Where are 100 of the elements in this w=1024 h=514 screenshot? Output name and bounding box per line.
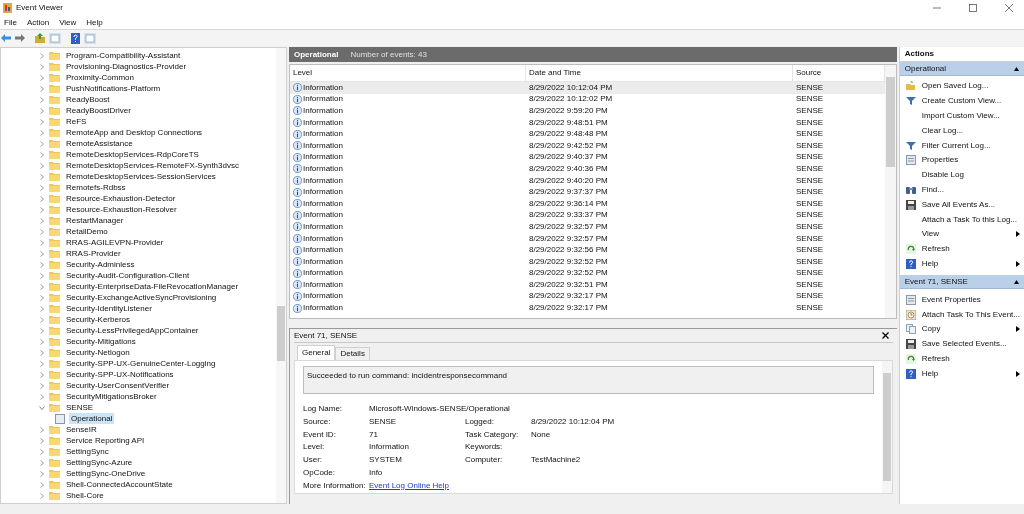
tree-item[interactable]: Shell-ConnectedAccountState [64, 479, 175, 490]
tree-item[interactable]: SecurityMitigationsBroker [64, 391, 159, 402]
pane-command[interactable]: Refresh [921, 243, 1020, 256]
pane-command[interactable]: Create Custom View... [921, 95, 1020, 108]
chevron-right-icon[interactable] [39, 294, 45, 301]
pane-command[interactable]: Help [921, 257, 1010, 270]
tree-item[interactable]: Resource-Exhaustion-Resolver [64, 204, 179, 215]
chevron-right-icon[interactable] [39, 426, 45, 433]
tree-item[interactable]: ReFS [64, 116, 89, 127]
tree-item[interactable]: RemoteDesktopServices-RemoteFX-Synth3dvsc [64, 160, 241, 171]
tree-item[interactable]: SENSE [64, 402, 96, 413]
tree-item[interactable]: Shell-Core [64, 490, 106, 501]
pane-command[interactable]: Save All Events As... [921, 198, 1020, 211]
chevron-right-icon[interactable] [39, 272, 45, 279]
pane-command[interactable]: Disable Log [921, 169, 1020, 182]
pane-command[interactable]: Find... [921, 183, 1020, 196]
table-row[interactable]: Information 8/29/2022 9:32:17 PM SENSE [289, 290, 885, 303]
minimize-icon[interactable] [933, 4, 941, 12]
chevron-right-icon[interactable] [39, 96, 45, 103]
help-link[interactable]: Event Log Online Help [368, 479, 449, 492]
chevron-right-icon[interactable] [39, 129, 45, 136]
tree-item[interactable]: ReadyBoost [64, 94, 112, 105]
pane-command[interactable]: Help [921, 367, 1010, 380]
pane-command[interactable]: Properties [921, 154, 1020, 167]
chevron-right-icon[interactable] [39, 74, 45, 81]
column-header[interactable]: Date and Time [525, 65, 793, 81]
chevron-right-icon[interactable] [39, 195, 45, 202]
pane-command[interactable]: Attach a Task To this Log... [921, 213, 1020, 226]
table-row[interactable]: Information 8/29/2022 10:12:02 PM SENSE [289, 93, 885, 106]
chevron-right-icon[interactable] [39, 228, 45, 235]
chevron-right-icon[interactable] [39, 448, 45, 455]
tree-item[interactable]: PushNotifications-Platform [64, 83, 163, 94]
tree-item[interactable]: Program-Compatibility-Assistant [64, 50, 183, 61]
table-row[interactable]: Information 8/29/2022 9:40:20 PM SENSE [289, 174, 885, 187]
tree-item[interactable]: Resource-Exhaustion-Detector [64, 193, 178, 204]
table-row[interactable]: Information 8/29/2022 9:32:51 PM SENSE [289, 279, 885, 291]
chevron-right-icon[interactable] [39, 162, 45, 169]
tree-item[interactable]: RemoteAssistance [64, 138, 135, 149]
pane-command[interactable]: Import Custom View... [921, 110, 1020, 122]
pane-command[interactable]: Clear Log... [921, 124, 1020, 137]
tree-item[interactable]: Security-EnterpriseData-FileRevocationManager [64, 281, 241, 292]
tree-item[interactable]: Security-Kerberos [64, 314, 133, 325]
table-row[interactable]: Information 8/29/2022 9:32:56 PM SENSE [289, 244, 885, 256]
scrollbar[interactable] [884, 65, 896, 318]
forward-arrow-icon[interactable] [15, 34, 25, 42]
chevron-right-icon[interactable] [39, 261, 45, 268]
tree-item[interactable]: Security-Adminless [64, 259, 137, 270]
menu-item[interactable]: Action [26, 16, 50, 29]
chevron-right-icon[interactable] [39, 338, 45, 345]
tree-item[interactable]: RRAS-Provider [64, 248, 123, 259]
pane-icon[interactable] [84, 32, 96, 44]
table-row[interactable]: Information 8/29/2022 9:33:37 PM SENSE [289, 209, 885, 222]
chevron-right-icon[interactable] [39, 437, 45, 444]
close-icon[interactable] [881, 332, 889, 339]
table-row[interactable]: Information 8/29/2022 9:32:57 PM SENSE [289, 232, 885, 245]
chevron-right-icon[interactable] [39, 206, 45, 213]
tree-item[interactable]: ReadyBoostDriver [64, 105, 133, 116]
collapse-icon[interactable] [1014, 66, 1019, 71]
chevron-right-icon[interactable] [39, 140, 45, 147]
table-row[interactable]: Information 8/29/2022 9:32:52 PM SENSE [289, 255, 885, 268]
tree-item[interactable]: Security-Netlogon [64, 347, 132, 358]
tree-item[interactable]: Proximity-Common [64, 72, 136, 83]
chevron-right-icon[interactable] [39, 492, 45, 499]
chevron-right-icon[interactable] [39, 459, 45, 466]
chevron-right-icon[interactable] [39, 393, 45, 400]
help-icon[interactable] [71, 32, 80, 44]
tree-item[interactable]: Security-Mitigations [64, 336, 138, 347]
maximize-icon[interactable] [969, 4, 977, 12]
chevron-right-icon[interactable] [39, 250, 45, 257]
tab[interactable]: Details [335, 347, 370, 360]
pane-command[interactable]: Event Properties [921, 293, 1020, 306]
chevron-right-icon[interactable] [39, 382, 45, 389]
tree-item[interactable]: RetailDemo [64, 226, 110, 237]
chevron-right-icon[interactable] [39, 481, 45, 488]
table-row[interactable]: Information 8/29/2022 9:42:52 PM SENSE [289, 139, 885, 152]
chevron-right-icon[interactable] [39, 283, 45, 290]
chevron-down-icon[interactable] [39, 404, 45, 411]
chevron-right-icon[interactable] [39, 217, 45, 224]
tree-item[interactable]: Operational [69, 413, 115, 424]
tree-item[interactable]: Security-SPP-UX-Notifications [64, 369, 176, 380]
table-row[interactable]: Information 8/29/2022 9:59:20 PM SENSE [289, 105, 885, 117]
table-row[interactable]: Information 8/29/2022 9:36:14 PM SENSE [289, 197, 885, 210]
pane-command[interactable]: Filter Current Log... [921, 139, 1020, 152]
chevron-right-icon[interactable] [39, 184, 45, 191]
pane-command[interactable]: Save Selected Events... [921, 338, 1020, 351]
tree-item[interactable]: RemoteDesktopServices-SessionServices [64, 171, 218, 182]
tree-item[interactable]: Security-SPP-UX-GenuineCenter-Logging [64, 358, 218, 369]
chevron-right-icon[interactable] [39, 63, 45, 70]
table-row[interactable]: Information 8/29/2022 9:32:17 PM SENSE [289, 302, 885, 314]
tree-item[interactable]: Security-UserConsentVerifier [64, 380, 172, 391]
chevron-right-icon[interactable] [39, 151, 45, 158]
tree-item[interactable]: RemoteApp and Desktop Connections [64, 127, 205, 138]
menu-item[interactable]: File [4, 16, 17, 29]
tree-item[interactable]: Service Reporting API [64, 435, 147, 446]
scrollbar[interactable] [275, 48, 286, 503]
chevron-right-icon[interactable] [39, 107, 45, 114]
table-row[interactable]: Information 8/29/2022 9:37:37 PM SENSE [289, 186, 885, 198]
chevron-right-icon[interactable] [39, 52, 45, 59]
column-header[interactable]: Level [289, 65, 526, 81]
back-arrow-icon[interactable] [1, 34, 11, 42]
